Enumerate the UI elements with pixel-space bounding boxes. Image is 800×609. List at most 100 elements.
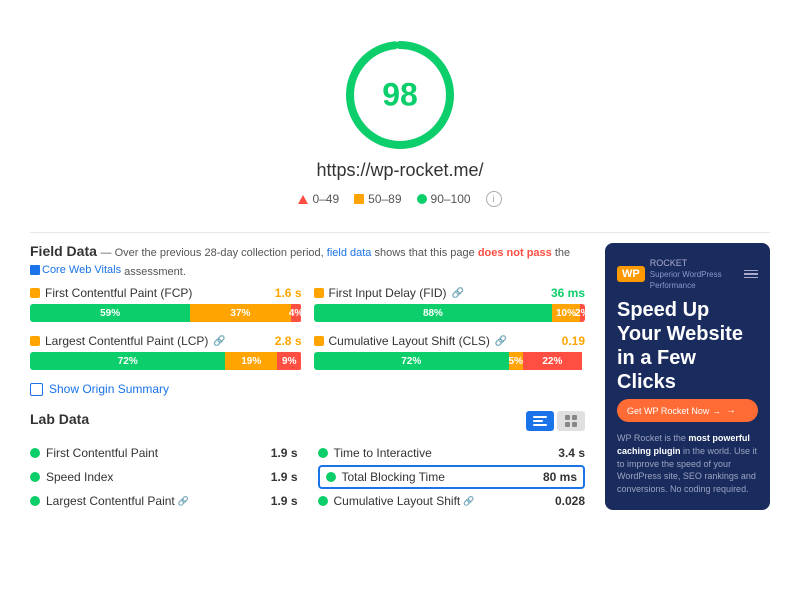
toggle-list-btn[interactable]: [526, 411, 554, 431]
lab-lcp-dot: [30, 496, 40, 506]
fcp-bar: 59% 37% 4%: [30, 304, 302, 322]
metric-cls: Cumulative Layout Shift (CLS) 🔗 0.19 72%…: [314, 334, 586, 370]
lab-si-name: Speed Index: [46, 470, 113, 484]
ad-description: WP Rocket is the most powerful caching p…: [617, 432, 758, 495]
cls-bar-red: 22%: [523, 352, 583, 370]
fcp-value: 1.6 s: [275, 286, 302, 300]
lab-si-dot: [30, 472, 40, 482]
lab-tti-value: 3.4 s: [558, 446, 585, 460]
ad-cta-button[interactable]: Get WP Rocket Now → →: [617, 399, 758, 422]
fid-bookmark-icon: 🔗: [452, 288, 464, 299]
lcp-lab-bookmark-icon: 🔗: [178, 496, 189, 507]
score-value: 98: [382, 77, 418, 114]
square-icon: [354, 194, 364, 204]
fid-bar-green: 88%: [314, 304, 553, 322]
lab-metrics-grid: First Contentful Paint 1.9 s Speed Index…: [30, 441, 585, 513]
info-icon[interactable]: i: [486, 191, 502, 207]
lab-lcp-value: 1.9 s: [271, 494, 298, 508]
lab-tti-name: Time to Interactive: [334, 446, 432, 460]
ad-panel: WP ROCKETSuperior WordPress Performance …: [605, 243, 770, 513]
origin-checkbox[interactable]: [30, 383, 43, 396]
left-panel: Field Data — Over the previous 28-day co…: [30, 243, 585, 513]
lab-tti-dot: [318, 448, 328, 458]
lcp-bar-orange: 19%: [225, 352, 277, 370]
score-section: 98 https://wp-rocket.me/ 0–49 50–89 90–1…: [30, 20, 770, 222]
legend-range1: 0–49: [312, 192, 339, 206]
lab-fcp-name: First Contentful Paint: [46, 446, 158, 460]
menu-line-2: [744, 273, 758, 275]
lab-tbt-name: Total Blocking Time: [342, 470, 445, 484]
lab-tbt-value: 80 ms: [543, 470, 577, 484]
score-circle: 98: [345, 40, 455, 150]
grid-cell-4: [572, 422, 577, 427]
lab-data-section: Lab Data: [30, 411, 585, 513]
fcp-icon: [30, 288, 40, 298]
metric-fcp: First Contentful Paint (FCP) 1.6 s 59% 3…: [30, 286, 302, 322]
lcp-name: Largest Contentful Paint (LCP): [45, 334, 208, 348]
lcp-icon: [30, 336, 40, 346]
cls-bookmark-icon: 🔗: [495, 336, 507, 347]
menu-line-1: [744, 270, 758, 272]
fid-bar: 88% 10% 2%: [314, 304, 586, 322]
core-web-vitals-link[interactable]: Core Web Vitals: [30, 266, 124, 278]
legend-green: 90–100: [417, 192, 471, 206]
page-url[interactable]: https://wp-rocket.me/: [316, 160, 483, 181]
toggle-grid-btn[interactable]: [557, 411, 585, 431]
lab-metrics-right: Time to Interactive 3.4 s Total Blocking…: [318, 441, 586, 513]
fid-name: First Input Delay (FID): [329, 286, 447, 300]
triangle-icon: [298, 195, 308, 204]
lcp-bookmark-icon: 🔗: [213, 336, 225, 347]
lab-data-title: Lab Data: [30, 411, 89, 427]
score-legend: 0–49 50–89 90–100 i: [298, 191, 501, 207]
grid-cell-2: [572, 415, 577, 420]
legend-orange: 50–89: [354, 192, 401, 206]
list-line-3: [533, 424, 547, 426]
cls-value: 0.19: [562, 334, 585, 348]
lab-metric-tti: Time to Interactive 3.4 s: [318, 441, 586, 465]
main-layout: Field Data — Over the previous 28-day co…: [30, 243, 770, 513]
ad-menu-icon: [744, 270, 758, 279]
divider: [30, 232, 770, 233]
lab-toggle: [526, 411, 585, 431]
lcp-value: 2.8 s: [275, 334, 302, 348]
legend-range2: 50–89: [368, 192, 401, 206]
ad-button-arrow: →: [726, 405, 736, 416]
grid-cell-1: [565, 415, 570, 420]
lab-si-value: 1.9 s: [271, 470, 298, 484]
ad-logo: WP ROCKETSuperior WordPress Performance: [617, 258, 758, 290]
lab-fcp-dot: [30, 448, 40, 458]
list-icon: [533, 416, 547, 426]
ad-rocket-label: ROCKETSuperior WordPress Performance: [650, 258, 739, 290]
lcp-bar: 72% 19% 9%: [30, 352, 302, 370]
lab-metric-cls: Cumulative Layout Shift 🔗 0.028: [318, 489, 586, 513]
legend-red: 0–49: [298, 192, 339, 206]
metric-fid: First Input Delay (FID) 🔗 36 ms 88% 10% …: [314, 286, 586, 322]
field-data-link[interactable]: field data: [327, 247, 372, 259]
fcp-bar-orange: 37%: [190, 304, 290, 322]
list-line-1: [533, 416, 547, 418]
show-origin-label: Show Origin Summary: [49, 382, 169, 396]
field-data-warning: does not pass: [478, 247, 552, 259]
legend-range3: 90–100: [431, 192, 471, 206]
cls-icon: [314, 336, 324, 346]
cls-bar-orange: 5%: [509, 352, 523, 370]
lab-cls-value: 0.028: [555, 494, 585, 508]
fcp-bar-red: 4%: [291, 304, 302, 322]
fid-value: 36 ms: [551, 286, 585, 300]
lab-metric-tbt: Total Blocking Time 80 ms: [318, 465, 586, 489]
metric-lcp: Largest Contentful Paint (LCP) 🔗 2.8 s 7…: [30, 334, 302, 370]
ad-button-text: Get WP Rocket Now →: [627, 406, 721, 416]
cls-bar: 72% 5% 22%: [314, 352, 586, 370]
ad-content: WP ROCKETSuperior WordPress Performance …: [605, 243, 770, 510]
fcp-name: First Contentful Paint (FCP): [45, 286, 192, 300]
field-data-section: Field Data — Over the previous 28-day co…: [30, 243, 585, 396]
metrics-grid: First Contentful Paint (FCP) 1.6 s 59% 3…: [30, 286, 585, 370]
lcp-bar-green: 72%: [30, 352, 225, 370]
menu-line-3: [744, 277, 758, 279]
lab-data-header: Lab Data: [30, 411, 585, 431]
lab-metric-lcp: Largest Contentful Paint 🔗 1.9 s: [30, 489, 298, 513]
show-origin-button[interactable]: Show Origin Summary: [30, 382, 585, 396]
lab-metric-fcp: First Contentful Paint 1.9 s: [30, 441, 298, 465]
ad-headline: Speed UpYour Website in a FewClicks: [617, 298, 758, 394]
lab-lcp-name: Largest Contentful Paint 🔗: [46, 494, 189, 508]
